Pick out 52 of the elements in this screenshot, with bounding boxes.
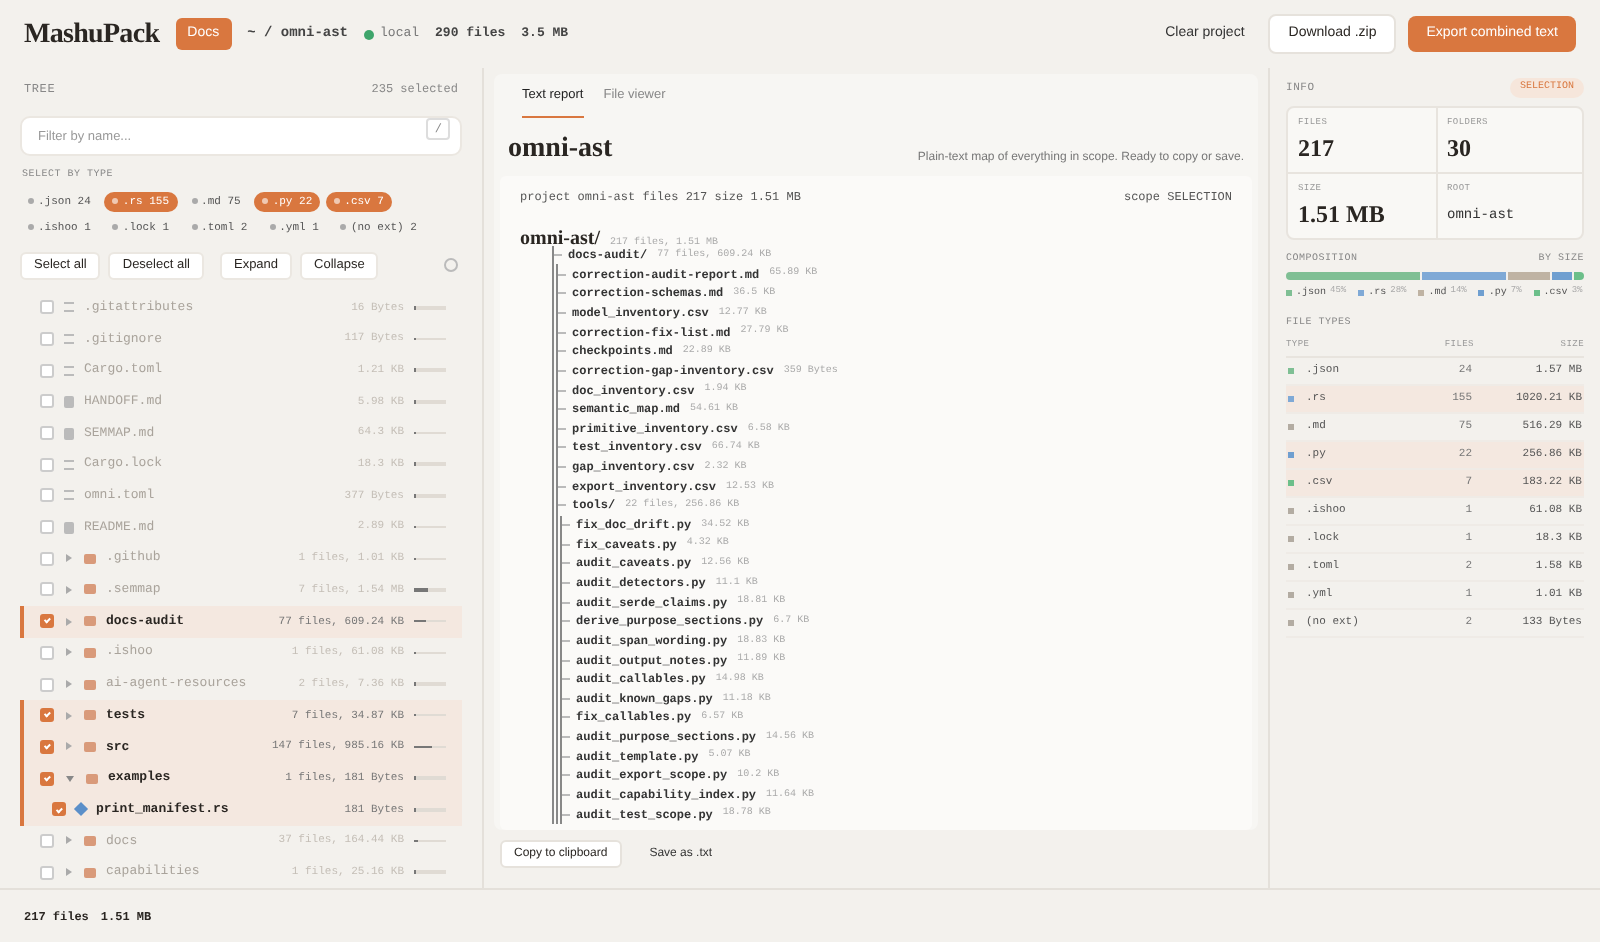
folder-icon — [84, 835, 96, 846]
caret-right-icon[interactable] — [66, 742, 72, 751]
checkbox[interactable] — [40, 739, 54, 754]
stat-value: 217 — [1298, 133, 1336, 162]
caret-right-icon[interactable] — [66, 648, 72, 657]
stat-value: 30 — [1447, 133, 1473, 162]
document-icon — [64, 427, 74, 440]
caret-right-icon[interactable] — [66, 585, 72, 594]
checkbox[interactable] — [40, 677, 54, 692]
report-title: omni-ast — [508, 131, 613, 168]
caret-right-icon[interactable] — [66, 680, 72, 689]
document-icon — [64, 395, 74, 408]
checkbox[interactable] — [40, 833, 54, 848]
checkbox[interactable] — [40, 708, 54, 723]
caret-down-icon[interactable] — [66, 775, 74, 782]
checkbox[interactable] — [52, 802, 66, 817]
checkbox[interactable] — [40, 520, 54, 535]
checkbox[interactable] — [40, 394, 54, 409]
folder-icon — [84, 616, 96, 627]
checkbox[interactable] — [40, 363, 54, 378]
checkbox[interactable] — [40, 582, 54, 597]
checkbox[interactable] — [40, 426, 54, 441]
lines-icon — [64, 459, 74, 470]
checkbox[interactable] — [40, 331, 54, 346]
document-icon — [64, 521, 74, 534]
caret-right-icon[interactable] — [66, 617, 72, 626]
checkbox[interactable] — [40, 771, 54, 786]
lines-icon — [64, 302, 74, 313]
folder-icon — [84, 647, 96, 658]
caret-right-icon[interactable] — [66, 554, 72, 563]
lines-icon — [64, 490, 74, 501]
stat-value: 1.51 MB — [1298, 199, 1387, 227]
checkbox[interactable] — [40, 300, 54, 315]
lines-icon — [64, 333, 74, 344]
lines-icon — [64, 365, 74, 376]
folder-icon — [84, 679, 96, 690]
folder-icon — [84, 710, 96, 721]
folder-icon — [84, 553, 96, 564]
caret-right-icon[interactable] — [66, 868, 72, 877]
checkbox[interactable] — [40, 614, 54, 629]
checkbox[interactable] — [40, 488, 54, 503]
checkbox[interactable] — [40, 645, 54, 660]
checkbox[interactable] — [40, 865, 54, 880]
folder-icon — [84, 584, 96, 595]
folder-icon — [84, 867, 96, 878]
caret-right-icon[interactable] — [66, 836, 72, 845]
caret-right-icon[interactable] — [66, 711, 72, 720]
checkbox[interactable] — [40, 457, 54, 472]
folder-icon — [86, 773, 98, 784]
app-logo: MashuPack — [24, 17, 160, 53]
folder-icon — [84, 741, 96, 752]
checkbox[interactable] — [40, 551, 54, 566]
